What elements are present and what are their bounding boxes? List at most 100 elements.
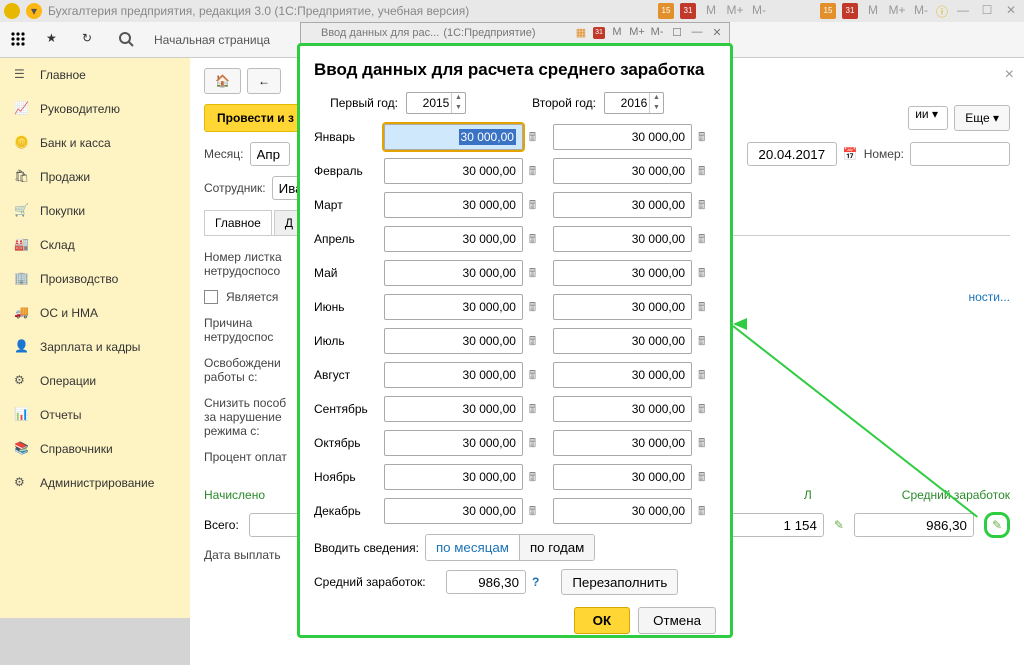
month-input[interactable] bbox=[250, 142, 290, 166]
tab-main[interactable]: Главное bbox=[204, 210, 272, 235]
calendar15-icon[interactable]: 15 bbox=[658, 3, 674, 19]
calc-icon[interactable]: 🖩 bbox=[529, 366, 547, 384]
month-11-year1-input[interactable]: 30 000,00 bbox=[384, 498, 523, 524]
cancel-button[interactable]: Отмена bbox=[638, 607, 716, 634]
sidebar-item-6[interactable]: 🏢Производство bbox=[0, 262, 190, 296]
calc-icon[interactable]: 🖩 bbox=[698, 400, 716, 418]
month-7-year2-input[interactable]: 30 000,00 bbox=[553, 362, 692, 388]
month-1-year2-input[interactable]: 30 000,00 bbox=[553, 158, 692, 184]
calc-icon[interactable]: 🖩 bbox=[529, 468, 547, 486]
m2-btn[interactable]: M bbox=[864, 3, 882, 19]
more-button[interactable]: Еще ▾ bbox=[954, 105, 1010, 131]
month-2-year2-input[interactable]: 30 000,00 bbox=[553, 192, 692, 218]
mplus-btn[interactable]: M+ bbox=[726, 3, 744, 19]
calc-icon[interactable]: 🖩 bbox=[529, 434, 547, 452]
sidebar-item-4[interactable]: 🛒Покупки bbox=[0, 194, 190, 228]
minimize-btn[interactable]: — bbox=[954, 3, 972, 19]
edit-avg-icon[interactable]: ✎ bbox=[992, 518, 1002, 532]
modal-mminus-btn[interactable]: M- bbox=[649, 26, 665, 40]
sidebar-item-3[interactable]: 🛍Продажи bbox=[0, 160, 190, 194]
calc-icon[interactable]: 🖩 bbox=[698, 468, 716, 486]
history-icon[interactable]: ↻ bbox=[82, 31, 100, 49]
pi-suffix-field[interactable]: ии ▾ bbox=[908, 106, 948, 130]
calc-icon[interactable]: 🖩 bbox=[529, 298, 547, 316]
sidebar-item-1[interactable]: 📈Руководителю bbox=[0, 92, 190, 126]
month-9-year1-input[interactable]: 30 000,00 bbox=[384, 430, 523, 456]
calc-icon[interactable]: 🖩 bbox=[529, 196, 547, 214]
month-0-year2-input[interactable]: 30 000,00 bbox=[553, 124, 692, 150]
calc-icon[interactable]: 🖩 bbox=[698, 366, 716, 384]
calc-icon[interactable]: 🖩 bbox=[698, 298, 716, 316]
apps-icon[interactable] bbox=[10, 31, 28, 49]
sidebar-item-11[interactable]: 📚Справочники bbox=[0, 432, 190, 466]
edit-l-icon[interactable]: ✎ bbox=[834, 518, 844, 532]
by-year-btn[interactable]: по годам bbox=[519, 535, 594, 560]
month-1-year1-input[interactable]: 30 000,00 bbox=[384, 158, 523, 184]
month-8-year2-input[interactable]: 30 000,00 bbox=[553, 396, 692, 422]
calc-icon[interactable]: 🖩 bbox=[698, 128, 716, 146]
number-input[interactable] bbox=[910, 142, 1010, 166]
mminus2-btn[interactable]: M- bbox=[912, 3, 930, 19]
month-7-year1-input[interactable]: 30 000,00 bbox=[384, 362, 523, 388]
m-btn[interactable]: M bbox=[702, 3, 720, 19]
month-6-year1-input[interactable]: 30 000,00 bbox=[384, 328, 523, 354]
mminus-btn[interactable]: M- bbox=[750, 3, 768, 19]
calc-icon[interactable]: 🖩 bbox=[698, 162, 716, 180]
sidebar-item-5[interactable]: 🏭Склад bbox=[0, 228, 190, 262]
year1-spinner[interactable]: 2015▲▼ bbox=[406, 92, 466, 114]
calc-icon[interactable]: 🖩 bbox=[529, 502, 547, 520]
month-8-year1-input[interactable]: 30 000,00 bbox=[384, 396, 523, 422]
help-icon[interactable]: ? bbox=[532, 575, 539, 589]
page-close-icon[interactable]: × bbox=[1005, 66, 1014, 84]
calc-icon[interactable]: 🖩 bbox=[529, 332, 547, 350]
sidebar-item-7[interactable]: 🚚ОС и НМА bbox=[0, 296, 190, 330]
calendar31-icon[interactable]: 31 bbox=[680, 3, 696, 19]
date-input[interactable] bbox=[747, 142, 837, 166]
month-2-year1-input[interactable]: 30 000,00 bbox=[384, 192, 523, 218]
calendar31b-icon[interactable]: 31 bbox=[842, 3, 858, 19]
conduct-button[interactable]: Провести и з bbox=[204, 104, 307, 132]
back-button[interactable]: ← bbox=[247, 68, 281, 94]
sidebar-item-8[interactable]: 👤Зарплата и кадры bbox=[0, 330, 190, 364]
mplus2-btn[interactable]: M+ bbox=[888, 3, 906, 19]
star-icon[interactable]: ★ bbox=[46, 31, 64, 49]
ok-button[interactable]: ОК bbox=[574, 607, 631, 634]
calc-icon[interactable]: 🖩 bbox=[698, 196, 716, 214]
nosti-link[interactable]: ности... bbox=[968, 290, 1010, 304]
calc-icon[interactable]: 🖩 bbox=[698, 502, 716, 520]
maximize-btn[interactable]: ☐ bbox=[978, 3, 996, 19]
calc-icon[interactable]: 🖩 bbox=[529, 264, 547, 282]
sidebar-item-9[interactable]: ⚙Операции bbox=[0, 364, 190, 398]
month-5-year2-input[interactable]: 30 000,00 bbox=[553, 294, 692, 320]
calc-icon[interactable]: 🖩 bbox=[698, 434, 716, 452]
by-month-btn[interactable]: по месяцам bbox=[426, 535, 519, 560]
avg-earn-input[interactable] bbox=[446, 570, 526, 594]
calc-icon[interactable]: 🖩 bbox=[529, 128, 547, 146]
calc-icon[interactable]: 🖩 bbox=[698, 332, 716, 350]
info-icon[interactable]: ⓘ bbox=[936, 3, 948, 20]
month-10-year2-input[interactable]: 30 000,00 bbox=[553, 464, 692, 490]
month-5-year1-input[interactable]: 30 000,00 bbox=[384, 294, 523, 320]
month-11-year2-input[interactable]: 30 000,00 bbox=[553, 498, 692, 524]
calc-icon[interactable]: 🖩 bbox=[698, 264, 716, 282]
month-6-year2-input[interactable]: 30 000,00 bbox=[553, 328, 692, 354]
sidebar-item-0[interactable]: ☰Главное bbox=[0, 58, 190, 92]
modal-window-btn[interactable]: ☐ bbox=[669, 26, 685, 40]
sidebar-item-10[interactable]: 📊Отчеты bbox=[0, 398, 190, 432]
sidebar-item-12[interactable]: ⚙Администрирование bbox=[0, 466, 190, 500]
calc-icon[interactable]: 🖩 bbox=[698, 230, 716, 248]
home-tab[interactable]: Начальная страница bbox=[154, 33, 270, 47]
calc-icon[interactable]: 🖩 bbox=[529, 400, 547, 418]
close-btn[interactable]: ✕ bbox=[1002, 3, 1020, 19]
modal-m-btn[interactable]: M bbox=[609, 26, 625, 40]
modal-cal-icon[interactable]: ▦ bbox=[573, 26, 589, 40]
month-3-year1-input[interactable]: 30 000,00 bbox=[384, 226, 523, 252]
month-4-year1-input[interactable]: 30 000,00 bbox=[384, 260, 523, 286]
calendar15b-icon[interactable]: 15 bbox=[820, 3, 836, 19]
month-3-year2-input[interactable]: 30 000,00 bbox=[553, 226, 692, 252]
modal-cal31-icon[interactable]: 31 bbox=[593, 27, 605, 39]
calc-icon[interactable]: 🖩 bbox=[529, 230, 547, 248]
modal-minimize-btn[interactable]: — bbox=[689, 26, 705, 40]
search-icon[interactable] bbox=[118, 31, 136, 49]
month-9-year2-input[interactable]: 30 000,00 bbox=[553, 430, 692, 456]
